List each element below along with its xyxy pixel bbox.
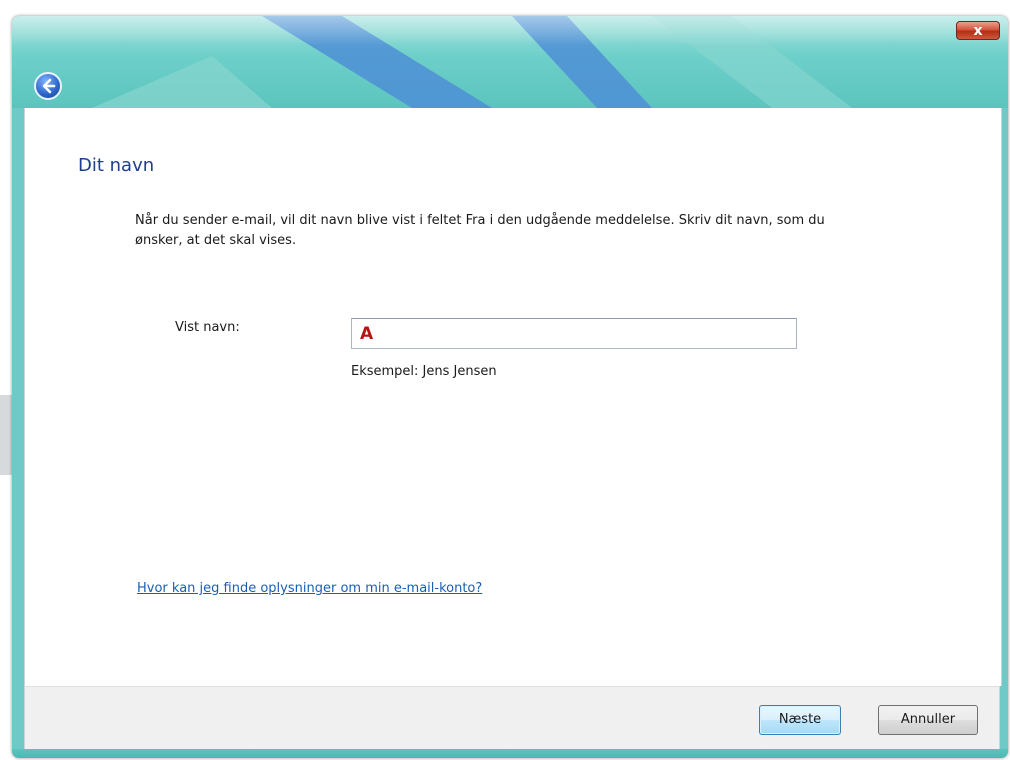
account-info-help-link[interactable]: Hvor kan jeg finde oplysninger om min e-…: [137, 581, 482, 596]
example-hint: Eksempel: Jens Jensen: [351, 364, 497, 379]
page-title: Dit navn: [78, 155, 155, 176]
screen: x Dit navn Når du sender e-mail, vil dit…: [0, 0, 1010, 760]
window-bottom-border: [12, 749, 1008, 758]
title-bar: x: [12, 16, 1008, 108]
wizard-content: Dit navn Når du sender e-mail, vil dit n…: [24, 108, 1002, 686]
back-button[interactable]: [34, 72, 62, 100]
display-name-label: Vist navn:: [175, 320, 240, 335]
back-arrow-icon: [42, 78, 56, 94]
close-button[interactable]: x: [956, 21, 1000, 40]
instructions-text: Når du sender e-mail, vil dit navn blive…: [135, 213, 825, 248]
button-bar: Næste Annuller: [24, 686, 1000, 749]
close-icon: x: [973, 23, 983, 39]
wizard-window: x Dit navn Når du sender e-mail, vil dit…: [12, 16, 1008, 758]
next-button[interactable]: Næste: [759, 705, 841, 735]
cancel-button[interactable]: Annuller: [878, 705, 978, 735]
desktop-background: [0, 395, 12, 475]
titlebar-glass: [12, 16, 1008, 46]
display-name-input[interactable]: [351, 318, 797, 349]
